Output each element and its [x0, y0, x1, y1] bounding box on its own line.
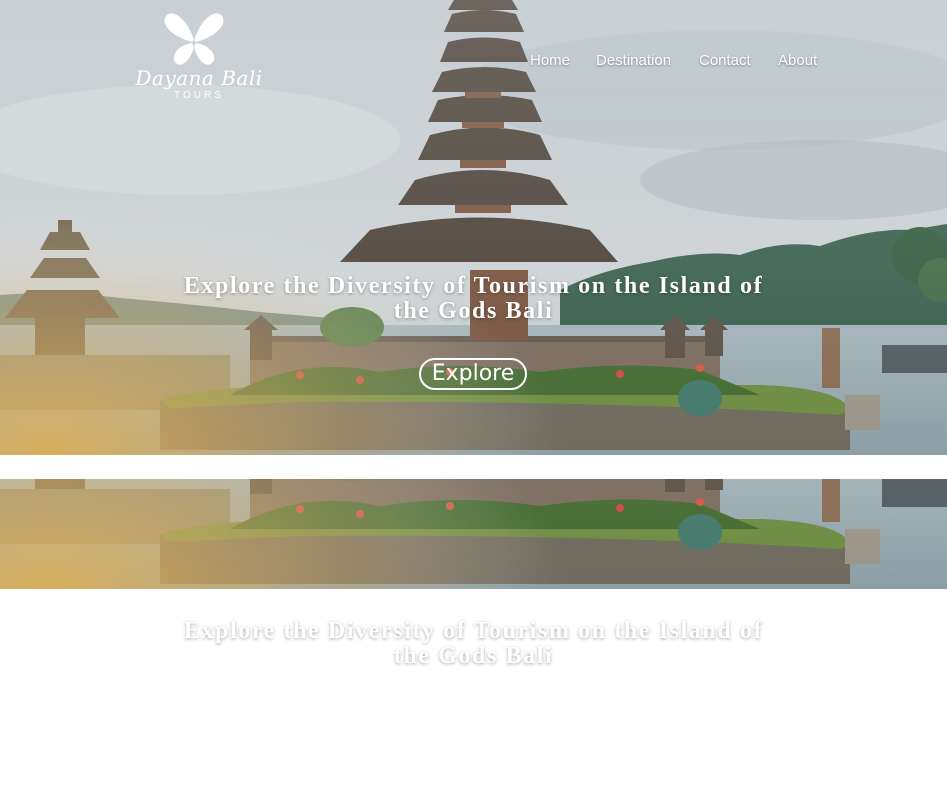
hero-headline-line1: Explore the Diversity of Tourism on the … — [183, 273, 764, 299]
nav-item-home[interactable]: Home — [530, 52, 570, 69]
brand-name: Dayana Bali — [135, 66, 263, 90]
explore-button[interactable]: Explore — [419, 703, 527, 735]
explore-button[interactable]: Explore — [419, 358, 527, 390]
butterfly-logo-icon — [164, 13, 224, 65]
hero-section: Dayana Bali TOURS Home Destination Conta… — [0, 0, 947, 455]
hero-headline-line2: the Gods Bali — [393, 643, 554, 669]
hero-headline-line2: the Gods Bali — [393, 298, 554, 324]
nav-item-contact[interactable]: Contact — [699, 52, 751, 69]
nav-item-about[interactable]: About — [778, 52, 817, 69]
brand-logo[interactable]: Dayana Bali TOURS — [133, 10, 265, 102]
hero-headline: Explore the Diversity of Tourism on the … — [150, 619, 797, 669]
hero-background-image — [0, 479, 947, 589]
hero-section-repeat: Explore the Diversity of Tourism on the … — [0, 479, 947, 800]
brand-subtitle: TOURS — [174, 90, 224, 101]
nav-item-destination[interactable]: Destination — [596, 52, 671, 69]
section-divider — [0, 455, 947, 479]
hero-headline: Explore the Diversity of Tourism on the … — [150, 274, 797, 324]
hero-headline-line1: Explore the Diversity of Tourism on the … — [183, 618, 764, 644]
